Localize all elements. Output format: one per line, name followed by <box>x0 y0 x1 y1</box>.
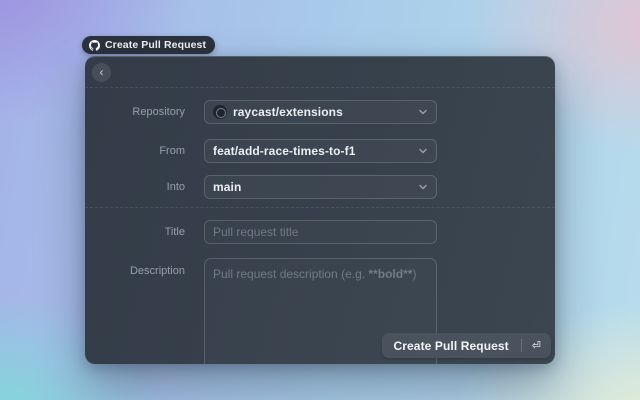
chevron-down-icon <box>418 182 428 192</box>
enter-key-icon: ⏎ <box>522 339 551 352</box>
description-placeholder: Pull request description (e.g. **bold**) <box>213 267 416 281</box>
create-pull-request-window: ‹ Repository raycast/extensions From fea… <box>85 56 555 364</box>
title-label: Title <box>85 226 185 238</box>
into-label: Into <box>85 181 185 193</box>
repository-value: raycast/extensions <box>233 105 343 119</box>
from-branch-value: feat/add-race-times-to-f1 <box>213 144 356 158</box>
back-button[interactable]: ‹ <box>92 63 111 82</box>
title-input[interactable] <box>204 220 437 244</box>
into-branch-value: main <box>213 180 241 194</box>
repo-avatar-icon <box>213 105 227 119</box>
from-row: From feat/add-race-times-to-f1 <box>85 139 555 163</box>
into-branch-select[interactable]: main <box>204 175 437 199</box>
github-icon <box>89 40 100 51</box>
window-header: ‹ <box>85 56 555 88</box>
into-row: Into main <box>85 175 555 199</box>
create-pull-request-button[interactable]: Create Pull Request ⏎ <box>382 333 552 358</box>
repository-select[interactable]: raycast/extensions <box>204 100 437 124</box>
description-label: Description <box>85 258 185 277</box>
command-badge-label: Create Pull Request <box>105 39 206 51</box>
chevron-down-icon <box>418 146 428 156</box>
chevron-down-icon <box>418 107 428 117</box>
from-label: From <box>85 145 185 157</box>
section-divider <box>85 207 555 208</box>
create-pull-request-button-label: Create Pull Request <box>382 339 521 353</box>
from-branch-select[interactable]: feat/add-race-times-to-f1 <box>204 139 437 163</box>
title-row: Title <box>85 220 555 244</box>
repository-label: Repository <box>85 106 185 118</box>
pull-request-form: Repository raycast/extensions From feat/… <box>85 88 555 364</box>
command-badge: Create Pull Request <box>82 36 215 54</box>
repository-row: Repository raycast/extensions <box>85 100 555 124</box>
